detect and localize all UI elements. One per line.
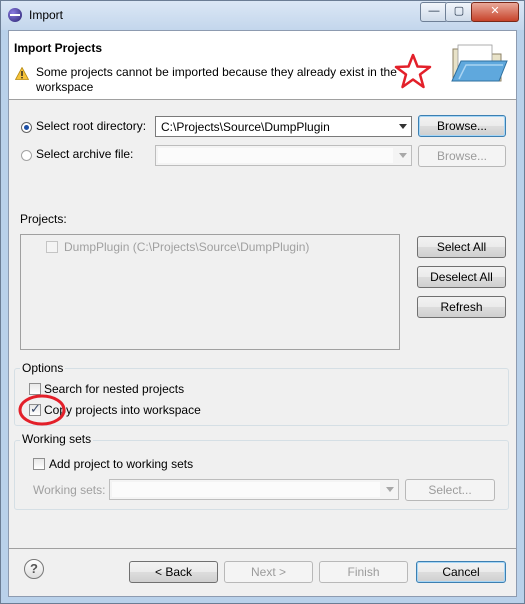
star-annotation-icon [394, 53, 432, 89]
header-message: Some projects cannot be imported because… [36, 65, 397, 94]
working-sets-combo[interactable] [109, 479, 399, 500]
import-window: Import — ▢ ✕ Import Projects Some projec… [0, 0, 525, 604]
working-sets-title: Working sets [20, 432, 94, 446]
deselect-all-button[interactable]: Deselect All [417, 266, 506, 288]
circle-annotation-icon [18, 394, 66, 426]
chevron-down-icon[interactable] [399, 153, 407, 158]
add-working-sets-checkbox[interactable] [33, 458, 45, 470]
project-item[interactable]: DumpPlugin (C:\Projects\Source\DumpPlugi… [64, 240, 309, 254]
options-title: Options [20, 361, 66, 375]
eclipse-icon [8, 8, 22, 22]
root-directory-combo[interactable]: C:\Projects\Source\DumpPlugin [155, 116, 412, 137]
next-button[interactable]: Next > [224, 561, 313, 583]
folder-icon [451, 44, 508, 82]
working-sets-label: Working sets: [33, 483, 106, 497]
root-directory-value: C:\Projects\Source\DumpPlugin [161, 120, 330, 134]
cancel-button[interactable]: Cancel [416, 561, 506, 583]
wizard-body: Select root directory: C:\Projects\Sourc… [9, 100, 516, 550]
minimize-button[interactable]: — [420, 2, 448, 22]
page-title: Import Projects [14, 41, 103, 55]
finish-button[interactable]: Finish [319, 561, 408, 583]
projects-label: Projects: [20, 212, 67, 226]
chevron-down-icon[interactable] [399, 124, 407, 129]
maximize-button[interactable]: ▢ [445, 2, 473, 22]
title-bar[interactable]: Import — ▢ ✕ [1, 1, 524, 30]
footer-separator [9, 548, 516, 549]
chevron-down-icon[interactable] [386, 487, 394, 492]
archive-file-value [158, 148, 393, 163]
wizard-header: Import Projects Some projects cannot be … [9, 31, 516, 100]
browse-root-button[interactable]: Browse... [418, 115, 506, 137]
select-all-button[interactable]: Select All [417, 236, 506, 258]
add-working-sets-label[interactable]: Add project to working sets [49, 457, 193, 471]
working-sets-select-button[interactable]: Select... [405, 479, 495, 501]
project-checkbox[interactable] [46, 241, 58, 253]
root-directory-radio[interactable] [21, 122, 32, 133]
projects-list[interactable]: DumpPlugin (C:\Projects\Source\DumpPlugi… [20, 234, 400, 350]
root-directory-label[interactable]: Select root directory: [36, 119, 146, 133]
archive-file-radio[interactable] [21, 150, 32, 161]
archive-file-combo[interactable] [155, 145, 412, 166]
refresh-button[interactable]: Refresh [417, 296, 506, 318]
copy-projects-label[interactable]: Copy projects into workspace [44, 403, 201, 417]
close-button[interactable]: ✕ [471, 2, 519, 22]
working-sets-value [112, 482, 380, 497]
window-title: Import [29, 8, 64, 22]
warning-icon [15, 67, 29, 80]
dialog-client: Import Projects Some projects cannot be … [8, 30, 517, 597]
back-button[interactable]: < Back [129, 561, 218, 583]
options-group [14, 368, 509, 426]
archive-file-label[interactable]: Select archive file: [36, 147, 133, 161]
browse-archive-button[interactable]: Browse... [418, 145, 506, 167]
help-icon[interactable]: ? [24, 559, 44, 579]
